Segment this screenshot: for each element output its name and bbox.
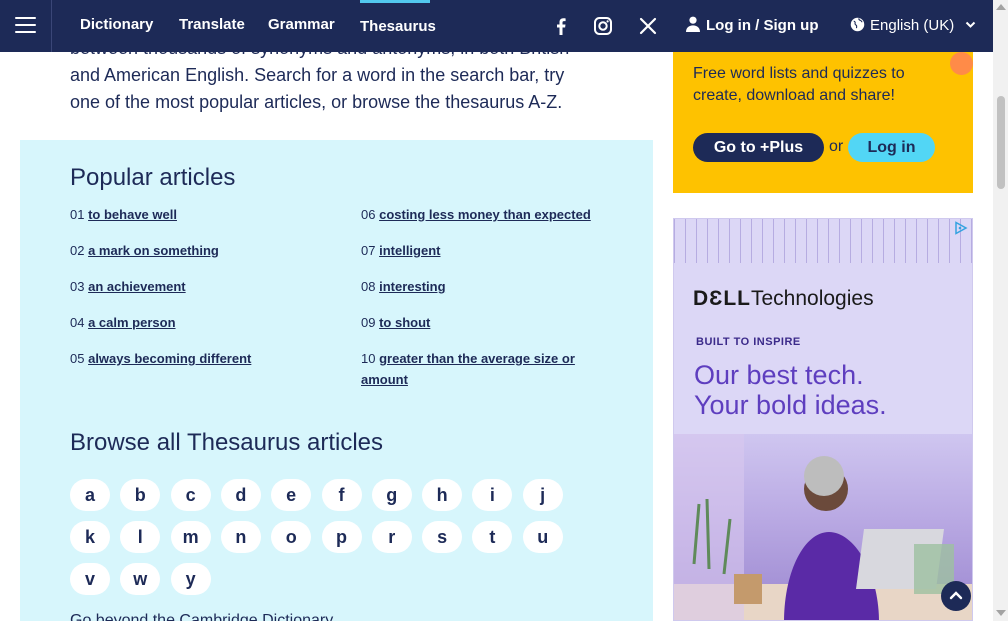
article-item: 01 to behave well	[70, 204, 177, 225]
letter-button-k[interactable]: k	[70, 521, 110, 553]
article-link[interactable]: a calm person	[88, 315, 175, 330]
login-signup-link[interactable]: Log in / Sign up	[686, 0, 818, 52]
article-number: 07	[361, 243, 376, 258]
dell-logo: DƐLLTechnologies	[693, 287, 874, 311]
letter-button-a[interactable]: a	[70, 479, 110, 511]
page-scrollbar[interactable]	[993, 0, 1008, 621]
ad-headline-line1: Our best tech.	[694, 360, 864, 390]
popular-articles-heading: Popular articles	[70, 164, 236, 191]
user-icon	[686, 16, 700, 32]
letter-button-h[interactable]: h	[422, 479, 463, 511]
article-item: 04 a calm person	[70, 312, 176, 333]
ad-eyebrow: BUILT TO INSPIRE	[696, 336, 801, 348]
browse-heading: Browse all Thesaurus articles	[70, 429, 384, 456]
dell-logo-bold: DƐLL	[693, 287, 751, 310]
or-label: or	[829, 138, 844, 155]
ad-decorative-ticks	[674, 219, 972, 263]
article-item: 06 costing less money than expected	[361, 204, 591, 225]
plus-login-button[interactable]: Log in	[848, 133, 935, 162]
article-number: 05	[70, 351, 85, 366]
article-number: 08	[361, 279, 376, 294]
letter-button-w[interactable]: w	[120, 563, 161, 595]
facebook-icon[interactable]	[550, 15, 572, 37]
adchoices-icon[interactable]	[953, 221, 969, 235]
article-link[interactable]: intelligent	[379, 243, 440, 258]
scrollbar-thumb[interactable]	[997, 96, 1005, 189]
article-item: 05 always becoming different	[70, 348, 251, 369]
article-number: 04	[70, 315, 85, 330]
intro-line: one of the most popular articles, or bro…	[70, 92, 563, 112]
article-link[interactable]: to shout	[379, 315, 430, 330]
letter-button-f[interactable]: f	[321, 479, 362, 511]
globe-icon	[850, 17, 865, 32]
article-link[interactable]: a mark on something	[88, 243, 219, 258]
intro-line: and American English. Search for a word …	[70, 65, 565, 85]
login-signup-label: Log in / Sign up	[706, 17, 819, 34]
browse-footer-text: Go beyond the Cambridge Dictionary...	[70, 612, 346, 621]
article-number: 03	[70, 279, 85, 294]
back-to-top-button[interactable]	[941, 581, 971, 611]
language-selector[interactable]: English (UK)	[850, 0, 976, 52]
letter-button-l[interactable]: l	[120, 521, 161, 553]
go-to-plus-button[interactable]: Go to +Plus	[693, 133, 824, 162]
article-link[interactable]: to behave well	[88, 207, 177, 222]
letter-button-p[interactable]: p	[321, 521, 362, 553]
dell-logo-rest: Technologies	[750, 287, 874, 310]
letter-button-d[interactable]: d	[220, 479, 261, 511]
scroll-up-arrow-icon[interactable]	[996, 4, 1006, 10]
nav-thesaurus[interactable]: Thesaurus	[360, 0, 436, 52]
top-navigation: Dictionary Translate Grammar Thesaurus L…	[0, 0, 993, 52]
article-link[interactable]: costing less money than expected	[379, 207, 591, 222]
menu-icon[interactable]	[0, 0, 52, 52]
decorative-dot	[950, 52, 973, 75]
letter-button-g[interactable]: g	[371, 479, 412, 511]
article-link[interactable]: greater than the average size or amount	[361, 351, 575, 387]
plus-promo: Free word lists and quizzes to create, d…	[673, 52, 973, 193]
article-item: 03 an achievement	[70, 276, 186, 297]
letter-button-t[interactable]: t	[472, 521, 513, 553]
article-item: 07 intelligent	[361, 240, 440, 261]
letter-button-e[interactable]: e	[271, 479, 312, 511]
article-item: 08 interesting	[361, 276, 446, 297]
chevron-down-icon	[966, 21, 976, 28]
article-item: 09 to shout	[361, 312, 430, 333]
letter-button-y[interactable]: y	[170, 563, 211, 595]
letter-button-m[interactable]: m	[170, 521, 211, 553]
article-number: 02	[70, 243, 85, 258]
ad-headline-line2: Your bold ideas.	[694, 390, 887, 420]
letter-button-b[interactable]: b	[120, 479, 161, 511]
nav-grammar[interactable]: Grammar	[268, 0, 335, 52]
article-number: 09	[361, 315, 376, 330]
article-number: 01	[70, 207, 85, 222]
article-item: 02 a mark on something	[70, 240, 219, 261]
dell-advertisement[interactable]: DƐLLTechnologies BUILT TO INSPIRE Our be…	[673, 218, 973, 621]
instagram-icon[interactable]	[592, 15, 614, 37]
letter-button-j[interactable]: j	[522, 479, 563, 511]
article-number: 06	[361, 207, 376, 222]
letter-button-c[interactable]: c	[170, 479, 211, 511]
letter-button-r[interactable]: r	[371, 521, 412, 553]
letter-button-s[interactable]: s	[422, 521, 463, 553]
scroll-down-arrow-icon[interactable]	[996, 610, 1006, 616]
article-number: 10	[361, 351, 376, 366]
ad-photo	[674, 434, 972, 620]
nav-translate[interactable]: Translate	[179, 0, 245, 52]
letter-button-o[interactable]: o	[271, 521, 312, 553]
ad-photo-illustration	[674, 434, 972, 620]
language-label: English (UK)	[870, 17, 955, 34]
x-twitter-icon[interactable]	[637, 15, 659, 37]
chevron-up-icon	[949, 591, 963, 600]
plus-promo-text: Free word lists and quizzes to create, d…	[693, 65, 905, 104]
article-link[interactable]: always becoming different	[88, 351, 251, 366]
letter-button-n[interactable]: n	[220, 521, 261, 553]
letter-button-i[interactable]: i	[472, 479, 513, 511]
article-link[interactable]: interesting	[379, 279, 445, 294]
article-link[interactable]: an achievement	[88, 279, 186, 294]
article-item: 10 greater than the average size or amou…	[361, 348, 611, 390]
nav-dictionary[interactable]: Dictionary	[80, 0, 153, 52]
letter-button-u[interactable]: u	[522, 521, 563, 553]
letter-button-v[interactable]: v	[70, 563, 110, 595]
